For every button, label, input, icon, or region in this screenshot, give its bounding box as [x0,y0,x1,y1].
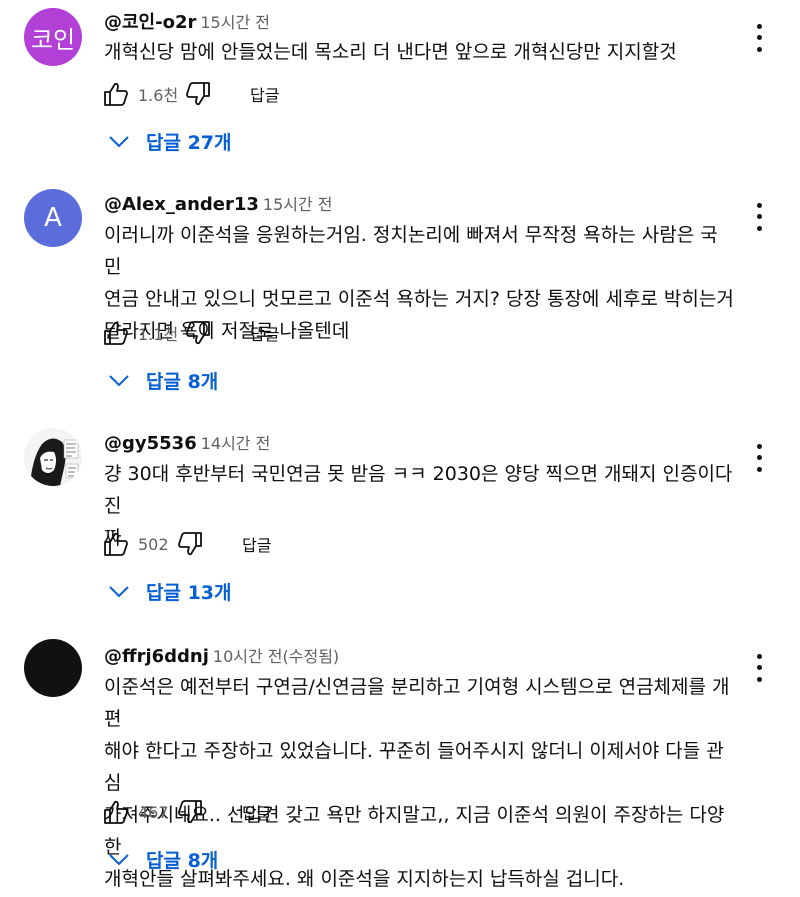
comment-author[interactable]: @gy5536 [104,433,197,454]
more-actions-button[interactable] [748,441,770,475]
dislike-icon[interactable] [176,530,204,558]
comment-author[interactable]: @ffrj6ddnj [104,646,209,667]
comment-header: @ffrj6ddnj 10시간 전(수정됨) [104,643,339,667]
chevron-down-icon [108,135,130,149]
comment-line: 이준석은 예전부터 구연금/신연금을 분리하고 기여형 시스템으로 연금체제를 … [104,676,730,730]
chevron-down-icon [108,585,130,599]
comment-author[interactable]: @Alex_ander13 [104,194,259,215]
more-actions-button[interactable] [748,651,770,685]
reply-button[interactable]: 답글 [242,532,271,556]
like-icon[interactable] [102,798,130,826]
chevron-down-icon [108,374,130,388]
comment-line: 개혁신당 맘에 안들었는데 목소리 더 낸다면 앞으로 개혁신당만 지지할것 [104,41,677,63]
manga-avatar-icon [24,428,82,486]
replies-count: 답글 27개 [146,132,232,154]
comment-line: 이러니까 이준석을 응원하는거임. 정치논리에 빠져서 무작정 욕하는 사람은 … [104,224,718,278]
comment-time[interactable]: 14시간 전 [201,434,271,453]
dislike-icon[interactable] [176,798,204,826]
comment-actions: 502 답글 [102,528,271,560]
more-actions-button[interactable] [748,200,770,234]
comment-header: @Alex_ander13 15시간 전 [104,191,333,215]
comment-line: 걍 30대 후반부터 국민연금 못 받음 ㅋㅋ 2030은 양당 찍으면 개돼지… [104,463,733,517]
reply-button[interactable]: 답글 [242,800,271,824]
replies-count: 답글 8개 [146,850,219,872]
avatar[interactable] [24,428,82,486]
comment-header: @코인-o2r 15시간 전 [104,8,270,34]
dislike-icon[interactable] [184,80,212,108]
like-icon[interactable] [102,319,130,347]
comment-time[interactable]: 10시간 전(수정됨) [213,647,339,666]
comment-actions: 467 답글 [102,796,271,828]
comment-line: 연금 안내고 있으니 멋모르고 이준석 욕하는 거지? 당장 통장에 세후로 박… [104,288,734,310]
view-replies-button[interactable]: 답글 13개 [108,578,232,605]
comment-line: 해야 한다고 주장하고 있었습니다. 꾸준히 들어주시지 않더니 이제서야 다들… [104,740,724,794]
avatar[interactable]: 코인 [24,8,82,66]
view-replies-button[interactable]: 답글 8개 [108,367,218,394]
replies-count: 답글 13개 [146,582,232,604]
avatar[interactable]: A [24,189,82,247]
like-count: 502 [138,534,169,554]
comment-actions: 1.6천 답글 [102,78,279,110]
dislike-icon[interactable] [184,319,212,347]
more-actions-button[interactable] [748,21,770,55]
comment-time[interactable]: 15시간 전 [200,13,270,32]
avatar[interactable] [24,639,82,697]
avatar-initials: 코인 [30,25,76,54]
view-replies-button[interactable]: 답글 8개 [108,846,218,873]
comment-text: 개혁신당 맘에 안들었는데 목소리 더 낸다면 앞으로 개혁신당만 지지할것 [104,36,734,68]
reply-button[interactable]: 답글 [250,82,279,106]
comment-author[interactable]: @코인-o2r [104,12,196,33]
reply-button[interactable]: 답글 [250,321,279,345]
view-replies-button[interactable]: 답글 27개 [108,128,232,155]
like-count: 1.6천 [138,86,179,105]
chevron-down-icon [108,853,130,867]
like-count: 467 [138,802,169,822]
avatar-initials: A [44,203,62,233]
like-icon[interactable] [102,530,130,558]
comment-actions: 1.1천 답글 [102,317,279,349]
comment-time[interactable]: 15시간 전 [263,195,333,214]
like-icon[interactable] [102,80,130,108]
replies-count: 답글 8개 [146,371,219,393]
comment-header: @gy5536 14시간 전 [104,430,270,454]
like-count: 1.1천 [138,325,179,344]
